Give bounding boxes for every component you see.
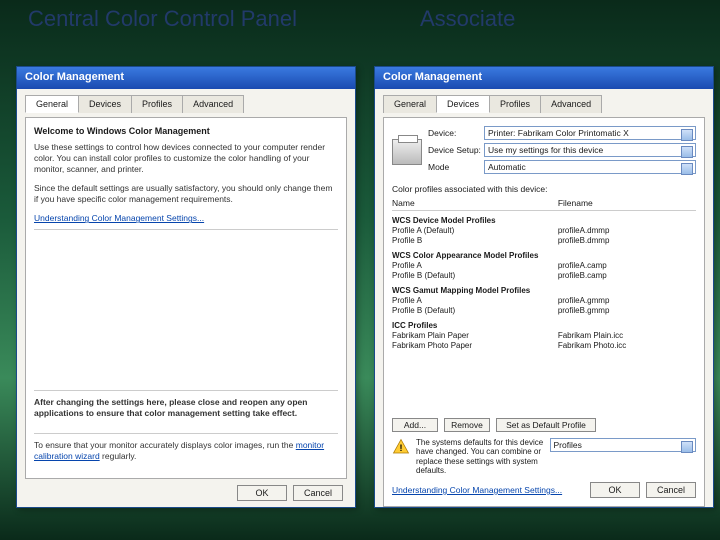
profile-list-item[interactable]: Fabrikam Photo PaperFabrikam Photo.icc [392,341,696,351]
profile-filename: profileB.camp [558,271,696,281]
col-name: Name [392,198,558,208]
profile-filename: profileA.dmmp [558,226,696,236]
calib-text-b: regularly. [100,451,137,461]
profile-list-header: Name Filename [392,196,696,211]
devices-tab-page: Device: Printer: Fabrikam Color Printoma… [383,117,705,507]
mode-dropdown[interactable]: Automatic [484,160,696,174]
svg-text:!: ! [400,442,403,452]
cancel-button[interactable]: Cancel [646,482,696,498]
profile-name: Profile B (Default) [392,306,558,316]
button-bar: OK Cancel [25,479,347,507]
ok-button[interactable]: OK [590,482,640,498]
general-tab-page: Welcome to Windows Color Management Use … [25,117,347,479]
tab-general[interactable]: General [25,95,79,113]
mode-label: Mode [428,162,484,172]
tab-devices[interactable]: Devices [78,95,132,113]
profile-list-item[interactable]: Profile AprofileA.gmmp [392,296,696,306]
profile-name: Profile A [392,296,558,306]
profile-filename: profileB.dmmp [558,236,696,246]
tab-devices[interactable]: Devices [436,95,490,113]
divider [34,229,338,230]
welcome-heading: Welcome to Windows Color Management [34,126,338,136]
profile-filename: Fabrikam Plain.icc [558,331,696,341]
profile-group: WCS Gamut Mapping Model ProfilesProfile … [392,286,696,316]
profile-list-item[interactable]: Profile B (Default)profileB.gmmp [392,306,696,316]
profile-filename: Fabrikam Photo.icc [558,341,696,351]
profile-filename: profileA.gmmp [558,296,696,306]
understanding-link[interactable]: Understanding Color Management Settings.… [34,213,338,223]
divider [34,390,338,391]
tab-profiles[interactable]: Profiles [131,95,183,113]
warning-icon: ! [392,438,410,456]
profile-group-title: WCS Gamut Mapping Model Profiles [392,286,696,295]
profile-list-item[interactable]: Profile AprofileA.camp [392,261,696,271]
tab-advanced[interactable]: Advanced [540,95,602,113]
profile-name: Profile A [392,261,558,271]
profile-name: Fabrikam Plain Paper [392,331,558,341]
color-management-window-general: Color Management General Devices Profile… [16,66,356,508]
profile-list-item[interactable]: Profile B (Default)profileB.camp [392,271,696,281]
profile-action-row: Add... Remove Set as Default Profile [392,418,696,432]
profile-filename: profileA.camp [558,261,696,271]
associated-profiles-label: Color profiles associated with this devi… [392,184,696,194]
intro-paragraph-2: Since the default settings are usually s… [34,183,338,205]
defaults-changed-warning: The systems defaults for this device hav… [416,438,544,476]
profile-name: Profile B [392,236,558,246]
profile-group-title: ICC Profiles [392,321,696,330]
profile-group: WCS Device Model ProfilesProfile A (Defa… [392,216,696,246]
device-dropdown[interactable]: Printer: Fabrikam Color Printomatic X [484,126,696,140]
profile-list-item[interactable]: Fabrikam Plain PaperFabrikam Plain.icc [392,331,696,341]
col-filename: Filename [558,198,696,208]
window-titlebar: Color Management [17,67,355,89]
remove-button[interactable]: Remove [444,418,490,432]
cancel-button[interactable]: Cancel [293,485,343,501]
profile-group-title: WCS Device Model Profiles [392,216,696,225]
profile-filename: profileB.gmmp [558,306,696,316]
calibration-paragraph: To ensure that your monitor accurately d… [34,440,338,462]
device-setup-dropdown[interactable]: Use my settings for this device [484,143,696,157]
profile-group: ICC ProfilesFabrikam Plain PaperFabrikam… [392,321,696,351]
printer-icon [392,139,422,165]
profile-list-item[interactable]: Profile A (Default)profileA.dmmp [392,226,696,236]
tab-strip: General Devices Profiles Advanced [25,95,347,113]
calib-text-a: To ensure that your monitor accurately d… [34,440,296,450]
tab-strip: General Devices Profiles Advanced [383,95,705,113]
device-setup-label: Device Setup: [428,145,484,155]
restart-warning: After changing the settings here, please… [34,397,338,419]
ok-button[interactable]: OK [237,485,287,501]
device-label: Device: [428,128,484,138]
intro-paragraph-1: Use these settings to control how device… [34,142,338,175]
profiles-dropdown[interactable]: Profiles [550,438,697,452]
set-default-button[interactable]: Set as Default Profile [496,418,596,432]
profile-list-item[interactable]: Profile BprofileB.dmmp [392,236,696,246]
tab-profiles[interactable]: Profiles [489,95,541,113]
profile-name: Fabrikam Photo Paper [392,341,558,351]
add-button[interactable]: Add... [392,418,438,432]
color-management-window-devices: Color Management General Devices Profile… [374,66,714,508]
divider [34,433,338,434]
profile-name: Profile B (Default) [392,271,558,281]
tab-general[interactable]: General [383,95,437,113]
profile-group: WCS Color Appearance Model ProfilesProfi… [392,251,696,281]
tab-advanced[interactable]: Advanced [182,95,244,113]
profile-list[interactable]: WCS Device Model ProfilesProfile A (Defa… [392,211,696,412]
profile-name: Profile A (Default) [392,226,558,236]
slide-title-right: Associate [420,6,515,32]
slide-title-left: Central Color Control Panel [28,6,297,32]
understanding-link[interactable]: Understanding Color Management Settings.… [392,485,562,495]
profile-group-title: WCS Color Appearance Model Profiles [392,251,696,260]
window-titlebar: Color Management [375,67,713,89]
